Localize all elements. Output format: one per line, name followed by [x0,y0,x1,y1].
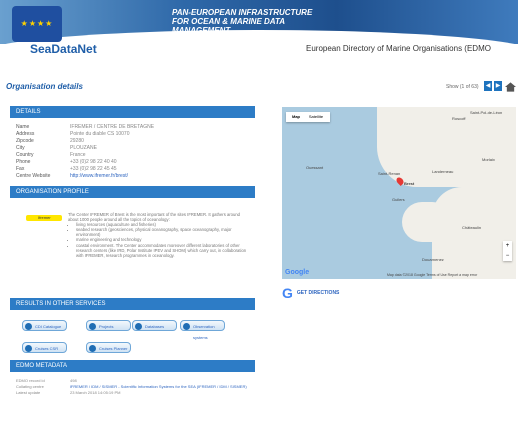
cdi-icon [25,323,32,330]
detail-key: Address [16,131,35,137]
cruises-planner-label: Cruises Planner [99,346,128,351]
prev-record-button[interactable]: ◀ [484,81,492,91]
zoom-out-icon[interactable]: − [503,251,512,261]
map-land [402,202,452,242]
details-panel: Name IFREMER / CENTRE DE BRETAGNE Address… [10,118,255,186]
edmo-panel: EDMO record id 498 Collating centre IFREME… [10,372,255,434]
map-type-control[interactable]: Map Satellite [286,112,330,122]
databases-icon [135,323,142,330]
ship-icon [89,345,96,352]
map-label: Saint-Pol-de-Léon [470,110,503,115]
edmo-value: 23 March 2018 14:05:19 PM [70,390,121,395]
detail-value: Pointe du diable CS 10070 [70,131,130,137]
detail-row: Address Pointe du diable CS 10070 [16,131,249,138]
databases-label: Databases [145,324,165,329]
ifremer-logo-text: Ifremer [38,215,51,220]
map-label: Guilers [392,197,405,202]
edmo-row: Latest update 23 March 2018 14:05:19 PM [16,390,249,396]
home-icon[interactable] [505,82,516,92]
detail-row: Phone +33 (0)2 98 22 40 40 [16,159,249,166]
detail-row: Name IFREMER / CENTRE DE BRETAGNE [16,124,249,131]
google-logo: Google [285,269,310,276]
map-label: Roscoff [452,116,466,121]
banner-line-2: FOR OCEAN & MARINE DATA [172,17,286,26]
map-zoom-control[interactable]: + − [503,241,512,261]
detail-value: France [70,152,86,158]
get-directions-label: GET DIRECTIONS [296,290,340,296]
detail-key: Country [16,152,34,158]
detail-row: City PLOUZANE [16,145,249,152]
cruises-csr-button[interactable]: Cruises CSR [22,342,67,353]
profile-heading: ORGANISATION PROFILE [10,186,255,198]
profile-bullets: living resources (aquaculture and fisher… [68,222,248,258]
detail-value: +33 (0)2 98 22 45 45 [70,166,117,172]
detail-value: +33 (0)2 98 22 40 40 [70,159,117,165]
ifremer-logo: Ifremer [26,215,62,221]
detail-value: IFREMER / CENTRE DE BRETAGNE [70,124,155,130]
detail-key: Fax [16,166,25,172]
profile-bullet: coastal environment. The Center accommod… [76,243,248,258]
cdi-catalogue-button[interactable]: CDI Catalogue [22,320,67,331]
location-map[interactable]: Map Satellite Saint-Pol-de-Léon Roscoff O… [282,107,516,279]
detail-key: Centre Website [16,173,51,179]
map-label: Châteaulin [462,225,482,230]
cdi-catalogue-label: CDI Catalogue [35,324,62,329]
projects-button[interactable]: Projects [86,320,131,331]
edmo-heading: EDMO METADATA [10,360,255,372]
banner-line-3: MANAGEMENT [172,26,231,35]
map-label: Douarnenez [422,257,444,262]
map-footer: Map data ©2018 Google Terms of Use Repor… [387,273,478,277]
services-panel: CDI Catalogue Projects Databases Observa… [10,310,255,360]
eu-stars-icon: ★★★★ [20,19,54,28]
map-label: Ouessant [306,165,324,170]
details-heading: DETAILS [10,106,255,118]
info-icon [183,323,190,330]
detail-key: Phone [16,159,31,165]
detail-row: Country France [16,152,249,159]
ship-icon [25,345,32,352]
detail-value: PLOUZANE [70,145,97,151]
cruises-planner-button[interactable]: Cruises Planner [86,342,131,353]
banner-line-1: PAN-EUROPEAN INFRASTRUCTURE [172,8,313,17]
page-title: Organisation details [6,82,83,91]
left-column: DETAILS Name IFREMER / CENTRE DE BRETAGNE… [10,106,255,434]
directory-title: European Directory of Marine Organisatio… [306,44,491,53]
observation-systems-button[interactable]: Observation systems [180,320,225,340]
cruises-csr-label: Cruises CSR [35,346,59,351]
detail-key: Zipcode [16,138,34,144]
profile-bullet: seabed research (geosciences, physical o… [76,227,248,237]
map-label: Morlaix [482,157,495,162]
map-label: Brest [404,181,415,186]
detail-row: Fax +33 (0)2 98 22 45 45 [16,166,249,173]
map-type-map[interactable]: Map [286,112,306,122]
profile-panel: Ifremer The Center IFREMER of Brest is t… [10,198,255,298]
zoom-in-icon[interactable]: + [503,241,512,251]
services-heading: RESULTS IN OTHER SERVICES [10,298,255,310]
edmo-key: Latest update [16,390,41,395]
profile-intro: The Center IFREMER of Brest is the most … [68,212,240,223]
get-directions-link[interactable]: G GET DIRECTIONS [282,285,340,301]
record-counter: Show (1 of 63) [446,84,479,90]
detail-row: Zipcode 29280 [16,138,249,145]
banner-title: PAN-EUROPEAN INFRASTRUCTURE FOR OCEAN & … [172,8,312,35]
detail-row: Centre Website http://www.ifremer.fr/bres… [16,173,249,180]
page-header: Organisation details Show (1 of 63) ◀ ▶ [0,78,518,98]
map-type-satellite[interactable]: Satellite [306,112,326,122]
detail-key: Name [16,124,30,130]
detail-key: City [16,145,25,151]
profile-text: The Center IFREMER of Brest is the most … [68,212,248,258]
projects-label: Projects [99,324,114,329]
map-label: Landerneau [432,169,454,174]
seadatanet-logo[interactable]: SeaDataNet [30,42,97,56]
detail-value: 29280 [70,138,84,144]
next-record-button[interactable]: ▶ [494,81,502,91]
site-header: ★★★★ SeaDataNet PAN-EUROPEAN INFRASTRUCT… [0,0,518,70]
centre-website-link[interactable]: http://www.ifremer.fr/brest/ [70,173,128,180]
google-g-icon: G [282,285,293,301]
projects-icon [89,323,96,330]
map-label: Saint-Renan [378,171,401,176]
observation-systems-label: Observation systems [193,324,215,340]
databases-button[interactable]: Databases [132,320,177,331]
